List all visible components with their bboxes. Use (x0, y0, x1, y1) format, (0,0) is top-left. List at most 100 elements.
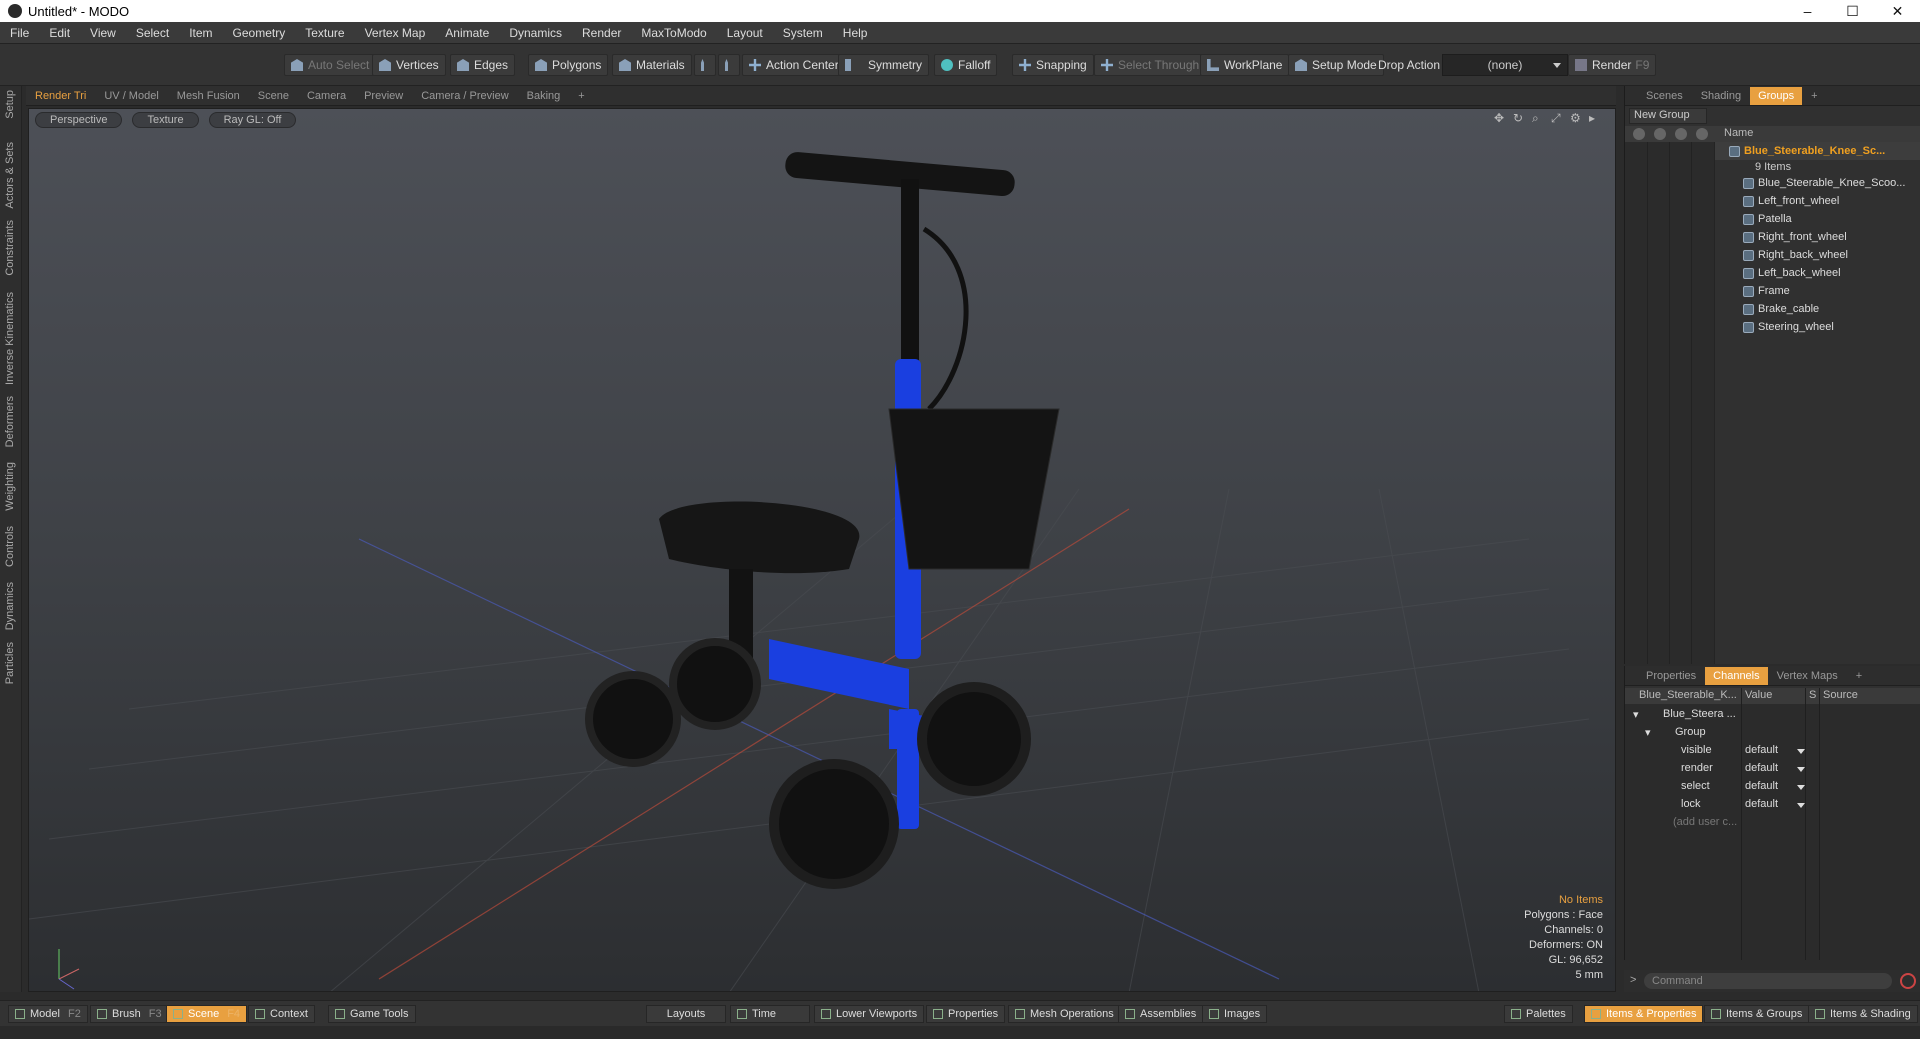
view-mode-button[interactable]: Perspective (35, 112, 123, 128)
table-row[interactable]: lock default (1625, 796, 1920, 814)
tab-preview[interactable]: Preview (355, 90, 412, 102)
channel-value[interactable]: default (1745, 762, 1778, 774)
assemblies-button[interactable]: Assemblies (1118, 1005, 1204, 1023)
menu-texture[interactable]: Texture (295, 26, 354, 40)
shading-mode-button[interactable]: Texture (132, 112, 199, 128)
chevron-down-icon[interactable] (1797, 749, 1805, 754)
tab-controls[interactable]: Controls (4, 526, 16, 567)
tab-scenes[interactable]: Scenes (1637, 90, 1692, 102)
tab-scene[interactable]: Scene (249, 90, 298, 102)
table-row[interactable]: ▾ Group (1625, 724, 1920, 742)
auto-select-button[interactable]: Auto Select (284, 54, 377, 76)
lock-icon[interactable] (1675, 128, 1687, 140)
scene-layout-button[interactable]: Scene F4 (166, 1005, 248, 1023)
model-layout-button[interactable]: Model F2 (8, 1005, 88, 1023)
chevron-down-icon[interactable] (1797, 767, 1805, 772)
tab-weighting[interactable]: Weighting (4, 462, 16, 511)
symmetry-button[interactable]: Symmetry (838, 54, 929, 76)
menu-system[interactable]: System (773, 26, 833, 40)
tab-mesh-fusion[interactable]: Mesh Fusion (168, 90, 249, 102)
tab-dynamics[interactable]: Dynamics (4, 582, 16, 630)
list-item[interactable]: Steering_wheel (1715, 318, 1920, 336)
close-button[interactable]: ✕ (1875, 0, 1920, 22)
falloff-button[interactable]: Falloff (934, 54, 998, 76)
new-group-button[interactable]: New Group (1629, 108, 1707, 124)
tab-particles[interactable]: Particles (4, 642, 16, 684)
add-tab-button[interactable]: + (569, 90, 593, 102)
tab-inverse-kinematics[interactable]: Inverse Kinematics (4, 292, 16, 385)
time-button[interactable]: Time (730, 1005, 810, 1023)
menu-view[interactable]: View (80, 26, 126, 40)
list-item[interactable]: Patella (1715, 210, 1920, 228)
action-center-button[interactable]: Action Center (742, 54, 846, 76)
workplane-button[interactable]: WorkPlane (1200, 54, 1290, 76)
tab-shading[interactable]: Shading (1692, 90, 1750, 102)
snapping-button[interactable]: Snapping (1012, 54, 1094, 76)
table-row[interactable]: ▾ Blue_Steera ... (1625, 706, 1920, 724)
pan-icon[interactable]: ✥ (1494, 112, 1506, 124)
menu-maxtomodo[interactable]: MaxToModo (631, 26, 716, 40)
list-item[interactable]: Right_front_wheel (1715, 228, 1920, 246)
tab-baking[interactable]: Baking (518, 90, 570, 102)
chevron-down-icon[interactable] (1797, 803, 1805, 808)
list-item[interactable]: Brake_cable (1715, 300, 1920, 318)
mesh-operations-button[interactable]: Mesh Operations (1008, 1005, 1121, 1023)
select-through-button[interactable]: Select Through (1094, 54, 1207, 76)
fit-icon[interactable]: ⤢ (1551, 112, 1563, 124)
channel-value[interactable]: default (1745, 744, 1778, 756)
command-history-icon[interactable] (1900, 973, 1916, 989)
vertices-button[interactable]: Vertices (372, 54, 446, 76)
menu-layout[interactable]: Layout (717, 26, 773, 40)
tab-deformers[interactable]: Deformers (4, 396, 16, 447)
materials-button[interactable]: Materials (612, 54, 692, 76)
palettes-button[interactable]: Palettes (1504, 1005, 1573, 1023)
maximize-button[interactable]: ☐ (1830, 0, 1875, 22)
layouts-button[interactable]: Layouts (646, 1005, 726, 1023)
menu-geometry[interactable]: Geometry (223, 26, 296, 40)
add-user-channel[interactable]: (add user c... (1625, 814, 1920, 832)
tab-actors-sets[interactable]: Actors & Sets (4, 142, 16, 209)
channel-value[interactable]: default (1745, 798, 1778, 810)
tab-constraints[interactable]: Constraints (4, 220, 16, 276)
list-item[interactable]: Frame (1715, 282, 1920, 300)
tab-groups[interactable]: Groups (1750, 86, 1803, 105)
list-item[interactable]: Left_back_wheel (1715, 264, 1920, 282)
table-row[interactable]: select default (1625, 778, 1920, 796)
tab-render-tri[interactable]: Render Tri (26, 90, 95, 102)
group-root[interactable]: Blue_Steerable_Knee_Sc... (1715, 142, 1920, 160)
game-tools-layout-button[interactable]: Game Tools (328, 1005, 416, 1023)
tab-camera[interactable]: Camera (298, 90, 355, 102)
chevron-down-icon[interactable] (1797, 785, 1805, 790)
menu-animate[interactable]: Animate (435, 26, 499, 40)
render-toggle-icon[interactable] (1654, 128, 1666, 140)
lower-viewports-button[interactable]: Lower Viewports (814, 1005, 925, 1023)
add-tab-button[interactable]: + (1847, 670, 1871, 682)
menu-help[interactable]: Help (833, 26, 878, 40)
context-layout-button[interactable]: Context (248, 1005, 315, 1023)
list-item[interactable]: Blue_Steerable_Knee_Scoo... (1715, 174, 1920, 192)
tab-properties[interactable]: Properties (1637, 670, 1705, 682)
menu-render[interactable]: Render (572, 26, 631, 40)
menu-edit[interactable]: Edit (39, 26, 80, 40)
list-item[interactable]: Left_front_wheel (1715, 192, 1920, 210)
add-tab-button[interactable]: + (1802, 90, 1826, 102)
rotate-icon[interactable]: ↻ (1513, 112, 1525, 124)
tab-setup[interactable]: Setup (4, 90, 16, 119)
render-button[interactable]: Render F9 (1568, 54, 1657, 76)
tab-uv-model[interactable]: UV / Model (95, 90, 167, 102)
menu-item[interactable]: Item (179, 26, 222, 40)
table-row[interactable]: visible default (1625, 742, 1920, 760)
shield-button[interactable] (694, 54, 716, 76)
tab-camera-preview[interactable]: Camera / Preview (412, 90, 517, 102)
edges-button[interactable]: Edges (450, 54, 516, 76)
setup-mode-button[interactable]: Setup Mode (1288, 54, 1384, 76)
menu-dynamics[interactable]: Dynamics (499, 26, 572, 40)
select-toggle-icon[interactable] (1696, 128, 1708, 140)
properties-button[interactable]: Properties (926, 1005, 1006, 1023)
raygl-toggle[interactable]: Ray GL: Off (208, 112, 297, 128)
list-item[interactable]: Right_back_wheel (1715, 246, 1920, 264)
zoom-icon[interactable]: ⌕ (1532, 112, 1544, 124)
gear-icon[interactable]: ⚙ (1570, 112, 1582, 124)
tab-vertex-maps[interactable]: Vertex Maps (1768, 670, 1847, 682)
shield-gear-button[interactable] (718, 54, 740, 76)
